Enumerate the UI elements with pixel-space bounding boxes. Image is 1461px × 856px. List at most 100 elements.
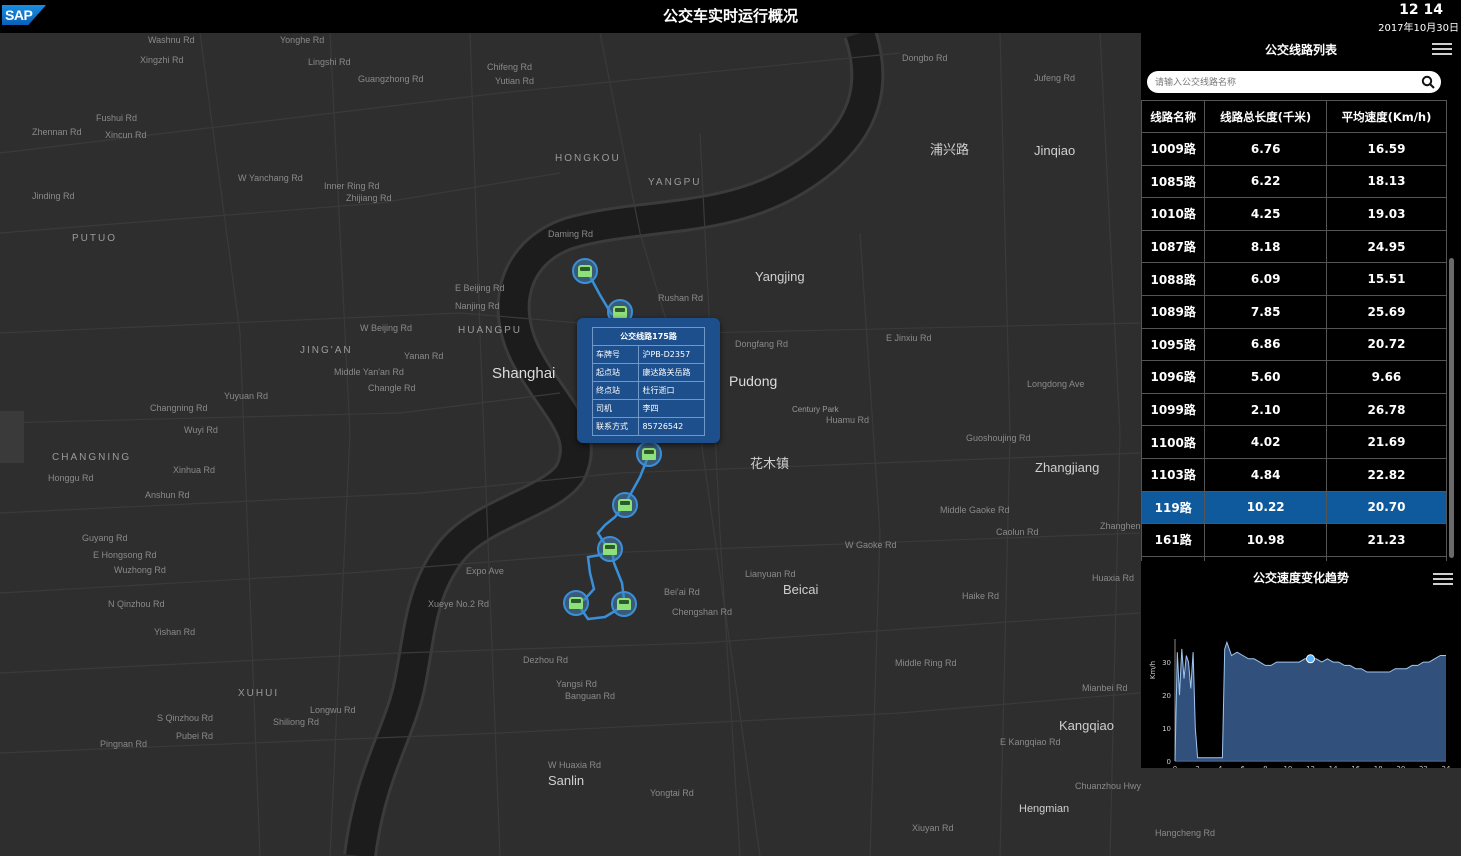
map-label-sanlin: Sanlin <box>548 773 585 788</box>
popup-label: 终点站 <box>591 381 640 400</box>
route-search-box <box>1147 71 1441 93</box>
road-label: Dezhou Rd <box>523 655 569 665</box>
route-row[interactable]: 1095路 6.86 20.72 <box>1140 327 1448 362</box>
map-label-kangqiao: Kangqiao <box>1059 718 1114 733</box>
route-cell-length: 6.76 <box>1204 132 1327 166</box>
map-district-hongkou: HONGKOU <box>555 153 621 164</box>
road-label: Expo Ave <box>466 566 504 576</box>
popup-label: 司机 <box>591 399 640 418</box>
road-label: Chuanzhou Hwy <box>1075 781 1142 791</box>
right-panel: 公交线路列表 线路名称 线路总长度(千米) 平均速度(Km/h) 1009路6.… <box>1140 33 1461 856</box>
route-list-panel: 公交线路列表 线路名称 线路总长度(千米) 平均速度(Km/h) 1009路6.… <box>1140 33 1461 590</box>
bus-icon <box>613 306 627 318</box>
road-label: Anshun Rd <box>145 490 190 500</box>
map-district-xuhui: XUHUI <box>238 688 280 699</box>
route-cell-speed: 18.13 <box>1325 164 1448 199</box>
chart-x-tick-label: 12 <box>1306 765 1315 768</box>
popup-row: 车牌号 沪PB-D2357 <box>591 345 705 364</box>
road-label: Middle Ring Rd <box>895 658 957 668</box>
route-cell-name: 1010路 <box>1140 197 1206 231</box>
road-label: Century Park <box>792 405 839 414</box>
route-row[interactable]: 1096路 5.60 9.66 <box>1140 360 1448 394</box>
chart-y-tick-label: 30 <box>1162 659 1171 667</box>
chart-x-tick-label: 10 <box>1283 765 1292 768</box>
route-row[interactable]: 1099路 2.10 26.78 <box>1140 392 1448 427</box>
chart-x-tick-label: 14 <box>1329 765 1338 768</box>
route-cell-name: 1089路 <box>1140 294 1206 329</box>
route-row[interactable]: 1100路 4.02 21.69 <box>1140 425 1448 459</box>
route-cell-name: 1099路 <box>1140 392 1206 427</box>
clock-date: 2017年10月30日 <box>1378 23 1459 34</box>
bus-marker[interactable] <box>597 536 623 562</box>
road-label: Yonghe Rd <box>280 35 325 45</box>
route-row[interactable]: 1088路 6.09 15.51 <box>1140 262 1448 296</box>
route-list-menu-icon[interactable] <box>1432 43 1452 55</box>
chart-x-tick-label: 24 <box>1442 765 1451 768</box>
popup-value: 杜行逝口 <box>638 381 705 400</box>
road-label: Shiliong Rd <box>273 717 320 727</box>
column-header-length[interactable]: 线路总长度(千米) <box>1204 100 1327 133</box>
bus-marker[interactable] <box>611 591 637 617</box>
route-cell-speed: 22.82 <box>1325 457 1448 492</box>
popup-row: 终点站 杜行逝口 <box>591 381 705 400</box>
map-side-control[interactable] <box>0 411 24 463</box>
route-cell-speed: 26.78 <box>1325 392 1448 427</box>
road-label: Changning Rd <box>150 403 208 413</box>
road-label: Fushui Rd <box>96 113 138 123</box>
bus-marker-selected[interactable] <box>636 441 662 467</box>
route-cell-name: 1009路 <box>1140 132 1206 166</box>
road-label: Zhennan Rd <box>32 127 82 137</box>
bus-marker[interactable] <box>572 258 598 284</box>
popup-label: 车牌号 <box>591 345 640 364</box>
road-label: Bei'ai Rd <box>664 587 700 597</box>
route-cell-length: 8.18 <box>1204 229 1327 264</box>
road-label: Zhijiang Rd <box>346 193 392 203</box>
route-row[interactable]: 1089路 7.85 25.69 <box>1140 294 1448 329</box>
road-label: Daming Rd <box>548 229 594 239</box>
route-cell-speed: 25.69 <box>1325 294 1448 329</box>
road-label: Dongfang Rd <box>735 339 789 349</box>
road-label: Chifeng Rd <box>487 62 533 72</box>
route-cell-name: 1088路 <box>1140 262 1206 296</box>
map-label-pudong: Pudong <box>729 373 778 389</box>
route-search-input[interactable] <box>1153 74 1417 92</box>
chart-x-tick-label: 22 <box>1419 765 1428 768</box>
popup-value: 85726542 <box>638 417 705 436</box>
search-icon[interactable] <box>1421 75 1435 89</box>
road-label: Yanan Rd <box>404 351 444 361</box>
road-label: Rushan Rd <box>658 293 704 303</box>
route-row[interactable]: 1010路 4.25 19.03 <box>1140 197 1448 231</box>
popup-label: 联系方式 <box>591 417 640 436</box>
route-row[interactable]: 1009路 6.76 16.59 <box>1140 132 1448 166</box>
route-list-title: 公交线路列表 <box>1264 43 1337 57</box>
route-cell-name: 1096路 <box>1140 360 1206 394</box>
road-label: E Jinxiu Rd <box>886 333 932 343</box>
bus-marker[interactable] <box>563 590 589 616</box>
column-header-name[interactable]: 线路名称 <box>1140 100 1206 133</box>
route-row[interactable]: 119路 10.22 20.70 <box>1140 490 1448 525</box>
route-list-scrollbar[interactable] <box>1449 258 1454 558</box>
road-label: Lianyuan Rd <box>745 569 796 579</box>
bus-marker[interactable] <box>612 492 638 518</box>
route-row[interactable]: 1085路 6.22 18.13 <box>1140 164 1448 199</box>
column-header-speed[interactable]: 平均速度(Km/h) <box>1325 100 1448 133</box>
route-cell-name: 1085路 <box>1140 164 1206 199</box>
route-cell-length: 6.22 <box>1204 164 1327 199</box>
route-row[interactable]: 1103路 4.84 22.82 <box>1140 457 1448 492</box>
road-label: Jinding Rd <box>32 191 75 201</box>
route-cell-name: 1100路 <box>1140 425 1206 459</box>
route-cell-name: 1095路 <box>1140 327 1206 362</box>
road-label: E Beijing Rd <box>455 283 505 293</box>
map-label-puxinglu: 浦兴路 <box>930 142 970 157</box>
route-cell-speed: 24.95 <box>1325 229 1448 264</box>
road-label: Jufeng Rd <box>1034 73 1076 83</box>
route-row[interactable]: 1087路 8.18 24.95 <box>1140 229 1448 264</box>
bus-icon <box>642 448 656 460</box>
road-label: Guangzhong Rd <box>358 74 424 84</box>
road-label: Yongtai Rd <box>650 788 694 798</box>
route-cell-length: 5.60 <box>1204 360 1327 394</box>
map-label-jinqiao: Jinqiao <box>1034 143 1076 158</box>
route-cell-speed: 9.66 <box>1325 360 1448 394</box>
map-district-huangpu: HUANGPU <box>458 325 523 336</box>
route-row[interactable]: 161路 10.98 21.23 <box>1140 523 1448 557</box>
